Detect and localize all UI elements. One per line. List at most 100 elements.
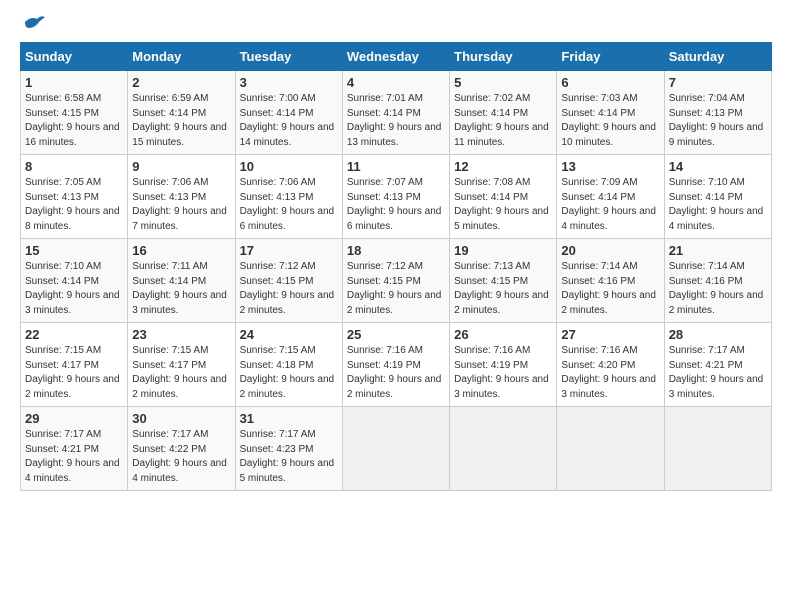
column-header-wednesday: Wednesday	[342, 43, 449, 71]
day-cell: 15 Sunrise: 7:10 AMSunset: 4:14 PMDaylig…	[21, 239, 128, 323]
day-cell: 26 Sunrise: 7:16 AMSunset: 4:19 PMDaylig…	[450, 323, 557, 407]
day-cell: 1 Sunrise: 6:58 AMSunset: 4:15 PMDayligh…	[21, 71, 128, 155]
column-header-thursday: Thursday	[450, 43, 557, 71]
day-info: Sunrise: 7:13 AMSunset: 4:15 PMDaylight:…	[454, 261, 549, 316]
day-info: Sunrise: 7:05 AMSunset: 4:13 PMDaylight:…	[25, 177, 120, 232]
day-info: Sunrise: 7:14 AMSunset: 4:16 PMDaylight:…	[561, 261, 656, 316]
day-cell: 18 Sunrise: 7:12 AMSunset: 4:15 PMDaylig…	[342, 239, 449, 323]
day-number: 25	[347, 327, 445, 342]
week-row-4: 22 Sunrise: 7:15 AMSunset: 4:17 PMDaylig…	[21, 323, 772, 407]
day-info: Sunrise: 7:12 AMSunset: 4:15 PMDaylight:…	[347, 261, 442, 316]
day-number: 3	[240, 75, 338, 90]
header	[20, 18, 772, 32]
day-info: Sunrise: 7:02 AMSunset: 4:14 PMDaylight:…	[454, 93, 549, 148]
day-number: 22	[25, 327, 123, 342]
day-number: 24	[240, 327, 338, 342]
day-cell: 9 Sunrise: 7:06 AMSunset: 4:13 PMDayligh…	[128, 155, 235, 239]
day-info: Sunrise: 7:10 AMSunset: 4:14 PMDaylight:…	[669, 177, 764, 232]
day-info: Sunrise: 7:00 AMSunset: 4:14 PMDaylight:…	[240, 93, 335, 148]
day-number: 31	[240, 411, 338, 426]
day-info: Sunrise: 6:58 AMSunset: 4:15 PMDaylight:…	[25, 93, 120, 148]
day-number: 13	[561, 159, 659, 174]
day-number: 17	[240, 243, 338, 258]
day-number: 26	[454, 327, 552, 342]
day-number: 4	[347, 75, 445, 90]
day-info: Sunrise: 7:17 AMSunset: 4:21 PMDaylight:…	[25, 429, 120, 484]
day-cell: 20 Sunrise: 7:14 AMSunset: 4:16 PMDaylig…	[557, 239, 664, 323]
day-number: 6	[561, 75, 659, 90]
day-info: Sunrise: 7:10 AMSunset: 4:14 PMDaylight:…	[25, 261, 120, 316]
day-cell	[557, 407, 664, 491]
day-cell: 4 Sunrise: 7:01 AMSunset: 4:14 PMDayligh…	[342, 71, 449, 155]
day-cell: 24 Sunrise: 7:15 AMSunset: 4:18 PMDaylig…	[235, 323, 342, 407]
calendar-table: SundayMondayTuesdayWednesdayThursdayFrid…	[20, 42, 772, 491]
day-info: Sunrise: 7:07 AMSunset: 4:13 PMDaylight:…	[347, 177, 442, 232]
day-info: Sunrise: 7:03 AMSunset: 4:14 PMDaylight:…	[561, 93, 656, 148]
day-info: Sunrise: 7:16 AMSunset: 4:20 PMDaylight:…	[561, 345, 656, 400]
day-cell: 28 Sunrise: 7:17 AMSunset: 4:21 PMDaylig…	[664, 323, 771, 407]
column-header-sunday: Sunday	[21, 43, 128, 71]
day-cell: 11 Sunrise: 7:07 AMSunset: 4:13 PMDaylig…	[342, 155, 449, 239]
day-info: Sunrise: 6:59 AMSunset: 4:14 PMDaylight:…	[132, 93, 227, 148]
day-number: 15	[25, 243, 123, 258]
day-number: 1	[25, 75, 123, 90]
day-number: 18	[347, 243, 445, 258]
day-info: Sunrise: 7:15 AMSunset: 4:18 PMDaylight:…	[240, 345, 335, 400]
day-info: Sunrise: 7:09 AMSunset: 4:14 PMDaylight:…	[561, 177, 656, 232]
day-number: 23	[132, 327, 230, 342]
day-info: Sunrise: 7:15 AMSunset: 4:17 PMDaylight:…	[132, 345, 227, 400]
day-info: Sunrise: 7:16 AMSunset: 4:19 PMDaylight:…	[347, 345, 442, 400]
day-info: Sunrise: 7:08 AMSunset: 4:14 PMDaylight:…	[454, 177, 549, 232]
day-number: 30	[132, 411, 230, 426]
day-cell: 19 Sunrise: 7:13 AMSunset: 4:15 PMDaylig…	[450, 239, 557, 323]
day-cell: 17 Sunrise: 7:12 AMSunset: 4:15 PMDaylig…	[235, 239, 342, 323]
day-info: Sunrise: 7:17 AMSunset: 4:21 PMDaylight:…	[669, 345, 764, 400]
week-row-3: 15 Sunrise: 7:10 AMSunset: 4:14 PMDaylig…	[21, 239, 772, 323]
calendar-header-row: SundayMondayTuesdayWednesdayThursdayFrid…	[21, 43, 772, 71]
day-info: Sunrise: 7:06 AMSunset: 4:13 PMDaylight:…	[240, 177, 335, 232]
day-info: Sunrise: 7:12 AMSunset: 4:15 PMDaylight:…	[240, 261, 335, 316]
page: SundayMondayTuesdayWednesdayThursdayFrid…	[0, 0, 792, 501]
day-number: 12	[454, 159, 552, 174]
day-number: 19	[454, 243, 552, 258]
day-cell	[664, 407, 771, 491]
day-number: 8	[25, 159, 123, 174]
day-number: 21	[669, 243, 767, 258]
logo	[20, 18, 45, 32]
day-info: Sunrise: 7:11 AMSunset: 4:14 PMDaylight:…	[132, 261, 227, 316]
day-number: 5	[454, 75, 552, 90]
day-number: 2	[132, 75, 230, 90]
day-info: Sunrise: 7:15 AMSunset: 4:17 PMDaylight:…	[25, 345, 120, 400]
day-number: 29	[25, 411, 123, 426]
day-number: 7	[669, 75, 767, 90]
day-cell: 25 Sunrise: 7:16 AMSunset: 4:19 PMDaylig…	[342, 323, 449, 407]
day-number: 11	[347, 159, 445, 174]
day-cell: 29 Sunrise: 7:17 AMSunset: 4:21 PMDaylig…	[21, 407, 128, 491]
day-info: Sunrise: 7:04 AMSunset: 4:13 PMDaylight:…	[669, 93, 764, 148]
day-cell: 8 Sunrise: 7:05 AMSunset: 4:13 PMDayligh…	[21, 155, 128, 239]
day-number: 9	[132, 159, 230, 174]
week-row-1: 1 Sunrise: 6:58 AMSunset: 4:15 PMDayligh…	[21, 71, 772, 155]
day-cell: 21 Sunrise: 7:14 AMSunset: 4:16 PMDaylig…	[664, 239, 771, 323]
day-info: Sunrise: 7:17 AMSunset: 4:23 PMDaylight:…	[240, 429, 335, 484]
day-cell: 3 Sunrise: 7:00 AMSunset: 4:14 PMDayligh…	[235, 71, 342, 155]
week-row-2: 8 Sunrise: 7:05 AMSunset: 4:13 PMDayligh…	[21, 155, 772, 239]
day-cell: 31 Sunrise: 7:17 AMSunset: 4:23 PMDaylig…	[235, 407, 342, 491]
day-cell: 2 Sunrise: 6:59 AMSunset: 4:14 PMDayligh…	[128, 71, 235, 155]
day-info: Sunrise: 7:06 AMSunset: 4:13 PMDaylight:…	[132, 177, 227, 232]
day-cell: 16 Sunrise: 7:11 AMSunset: 4:14 PMDaylig…	[128, 239, 235, 323]
day-cell: 23 Sunrise: 7:15 AMSunset: 4:17 PMDaylig…	[128, 323, 235, 407]
day-cell: 7 Sunrise: 7:04 AMSunset: 4:13 PMDayligh…	[664, 71, 771, 155]
day-cell: 22 Sunrise: 7:15 AMSunset: 4:17 PMDaylig…	[21, 323, 128, 407]
day-info: Sunrise: 7:16 AMSunset: 4:19 PMDaylight:…	[454, 345, 549, 400]
day-number: 14	[669, 159, 767, 174]
day-info: Sunrise: 7:14 AMSunset: 4:16 PMDaylight:…	[669, 261, 764, 316]
day-cell: 12 Sunrise: 7:08 AMSunset: 4:14 PMDaylig…	[450, 155, 557, 239]
day-number: 16	[132, 243, 230, 258]
column-header-monday: Monday	[128, 43, 235, 71]
day-cell	[450, 407, 557, 491]
day-cell: 5 Sunrise: 7:02 AMSunset: 4:14 PMDayligh…	[450, 71, 557, 155]
day-cell: 6 Sunrise: 7:03 AMSunset: 4:14 PMDayligh…	[557, 71, 664, 155]
column-header-saturday: Saturday	[664, 43, 771, 71]
day-number: 28	[669, 327, 767, 342]
